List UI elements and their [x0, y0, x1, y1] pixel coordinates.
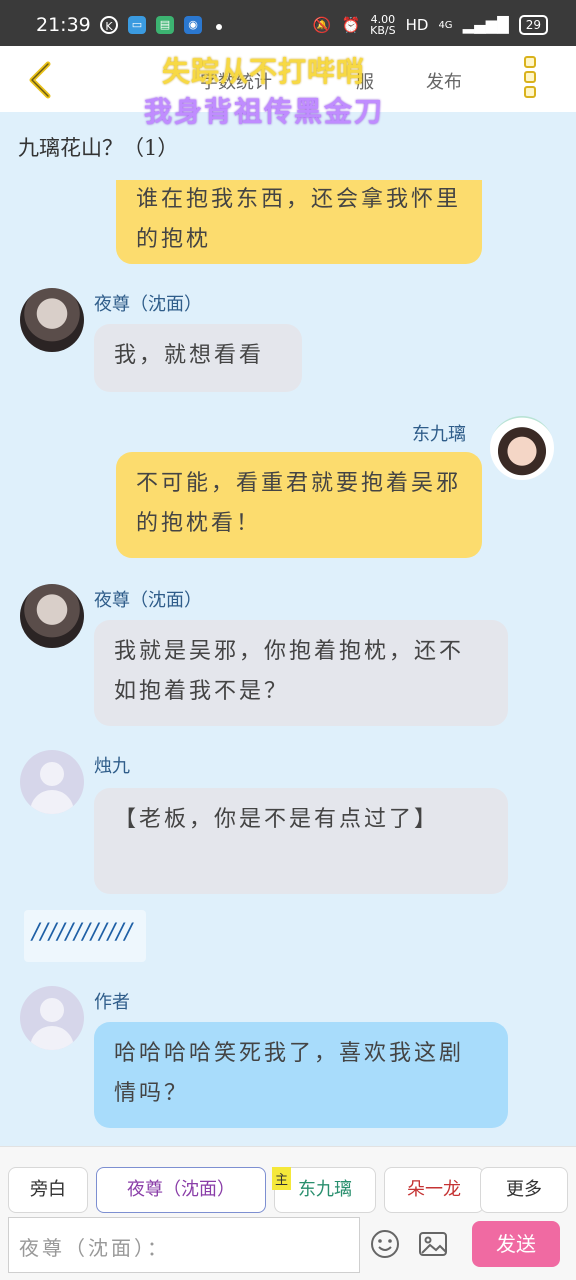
- message-bubble: 我就是吴邪，你抱着抱枕，还不如抱着我不是？: [94, 620, 508, 726]
- image-icon[interactable]: [418, 1229, 448, 1259]
- alarm-icon: ⏰: [341, 16, 361, 34]
- battery-indicator: 29: [518, 15, 548, 35]
- signal-icon: ▂▄▆█: [462, 16, 509, 34]
- overlay-text-2: 我身背祖传黑金刀: [144, 95, 385, 128]
- net-speed-unit: KB/S: [370, 24, 396, 37]
- narration-box: ////////////: [24, 910, 146, 962]
- avatar[interactable]: [20, 750, 84, 814]
- hd-label: HD: [405, 16, 429, 34]
- chevron-left-icon[interactable]: [22, 60, 62, 100]
- message-text: 我就是吴邪，你抱着抱枕，还不如抱着我不是？: [114, 639, 465, 704]
- message-text: 【老板，你是不是有点过了】: [114, 807, 440, 832]
- send-button[interactable]: 发送: [472, 1221, 560, 1267]
- sender-name: 作者: [94, 992, 130, 1013]
- message-input[interactable]: 夜尊（沈面）：: [8, 1217, 360, 1273]
- publish-tab[interactable]: 发布: [426, 68, 462, 94]
- main-role-tag: 主: [272, 1167, 292, 1190]
- aside-button[interactable]: 旁白: [8, 1167, 88, 1213]
- message-bubble: 我，就想看看: [94, 324, 302, 392]
- status-bar: 21:39 K ▭ ▤ ◉ 🔕 ⏰ 4.00 KB/S HD 4G ▂▄▆█ 2…: [0, 0, 576, 46]
- more-vertical-icon[interactable]: [524, 56, 538, 100]
- reader-app-icon: ▤: [156, 16, 174, 34]
- narration-text: ////////////: [32, 920, 133, 945]
- sender-name: 夜尊（沈面）: [94, 590, 202, 611]
- message-bubble: 哈哈哈哈笑死我了，喜欢我这剧情吗？: [94, 1022, 508, 1128]
- bilibili-icon: ▭: [128, 16, 146, 34]
- app-header: 字数统计 服 发布 失踪从不打哔哨 我身背祖传黑金刀: [0, 46, 576, 128]
- sender-name: 烛九: [94, 756, 130, 777]
- status-right: 🔕 ⏰ 4.00 KB/S HD 4G ▂▄▆█ 29: [313, 14, 548, 36]
- message-text: 谁在抱我东西，还会拿我怀里的抱枕: [136, 187, 462, 252]
- status-time: 21:39: [36, 14, 91, 36]
- avatar[interactable]: [490, 416, 554, 480]
- k-app-icon: K: [100, 16, 118, 34]
- overlay-text-1: 失踪从不打哔哨: [162, 55, 366, 88]
- mute-icon: 🔕: [312, 16, 332, 34]
- avatar[interactable]: [20, 584, 84, 648]
- browser-app-icon: ◉: [184, 16, 202, 34]
- sender-name: 夜尊（沈面）: [94, 294, 202, 315]
- avatar[interactable]: [20, 986, 84, 1050]
- message-bubble: 【老板，你是不是有点过了】: [94, 788, 508, 894]
- sender-name: 东九璃: [412, 424, 466, 445]
- message-text: 我，就想看看: [114, 343, 265, 368]
- message-text: 不可能，看重君就要抱着吴邪的抱枕看！: [136, 471, 462, 536]
- role-button[interactable]: 朵一龙: [384, 1167, 484, 1213]
- avatar[interactable]: [20, 288, 84, 352]
- notification-dot: [216, 24, 222, 30]
- message-bubble: 谁在抱我东西，还会拿我怀里的抱枕: [116, 180, 482, 264]
- emoji-icon[interactable]: [370, 1229, 400, 1259]
- signal-label: 4G: [438, 19, 453, 31]
- more-roles-button[interactable]: 更多: [480, 1167, 568, 1213]
- chat-title: 九璃花山？（1）: [18, 136, 179, 160]
- role-button-active[interactable]: 夜尊（沈面）: [96, 1167, 266, 1213]
- input-panel: 旁白 夜尊（沈面） 东九璃 主 朵一龙 更多 夜尊（沈面）： 发送: [0, 1146, 576, 1280]
- message-bubble: 不可能，看重君就要抱着吴邪的抱枕看！: [116, 452, 482, 558]
- message-text: 哈哈哈哈笑死我了，喜欢我这剧情吗？: [114, 1041, 465, 1106]
- net-speed: 4.00 KB/S: [370, 14, 395, 36]
